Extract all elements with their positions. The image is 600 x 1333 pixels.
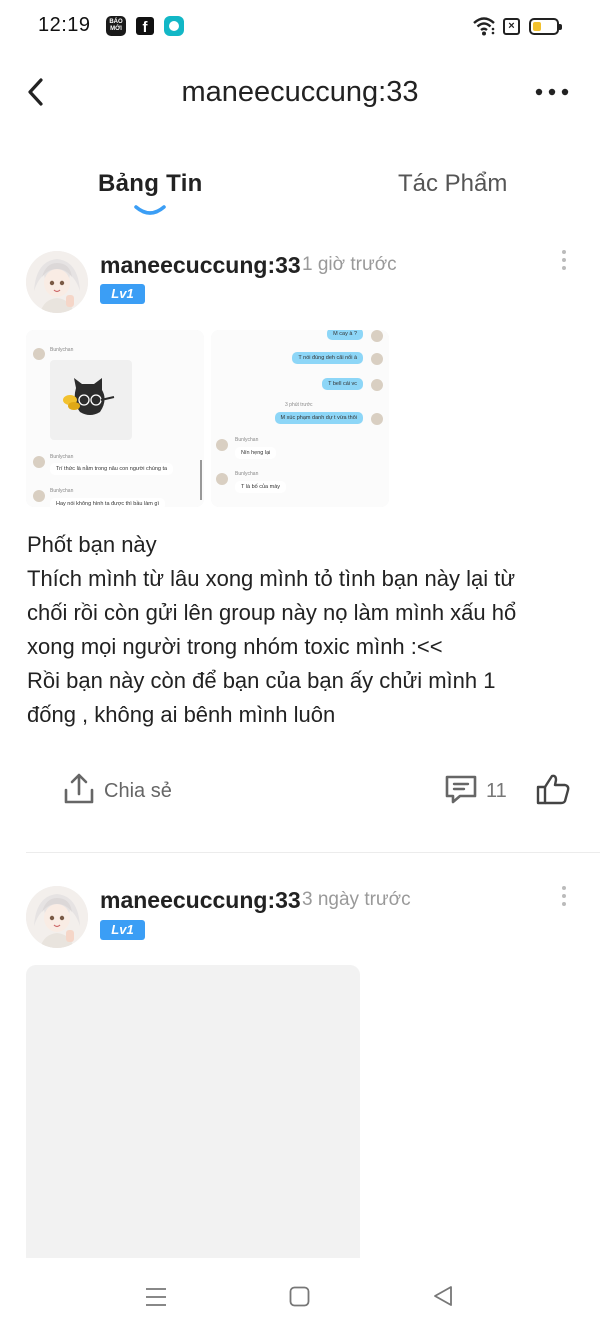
menu-icon[interactable] bbox=[144, 1286, 168, 1308]
post-menu-icon[interactable] bbox=[555, 886, 573, 914]
post[interactable]: maneecuccung:33 3 ngày trước Lv1 bbox=[0, 0, 600, 1265]
home-icon[interactable] bbox=[289, 1286, 310, 1307]
avatar[interactable] bbox=[26, 886, 88, 948]
level-badge: Lv1 bbox=[100, 920, 145, 940]
back-icon[interactable] bbox=[432, 1284, 454, 1308]
post-image[interactable] bbox=[26, 965, 360, 1265]
system-nav-bar bbox=[0, 1258, 600, 1333]
post-time: 3 ngày trước bbox=[302, 889, 411, 910]
author-name[interactable]: maneecuccung:33 bbox=[100, 887, 301, 914]
